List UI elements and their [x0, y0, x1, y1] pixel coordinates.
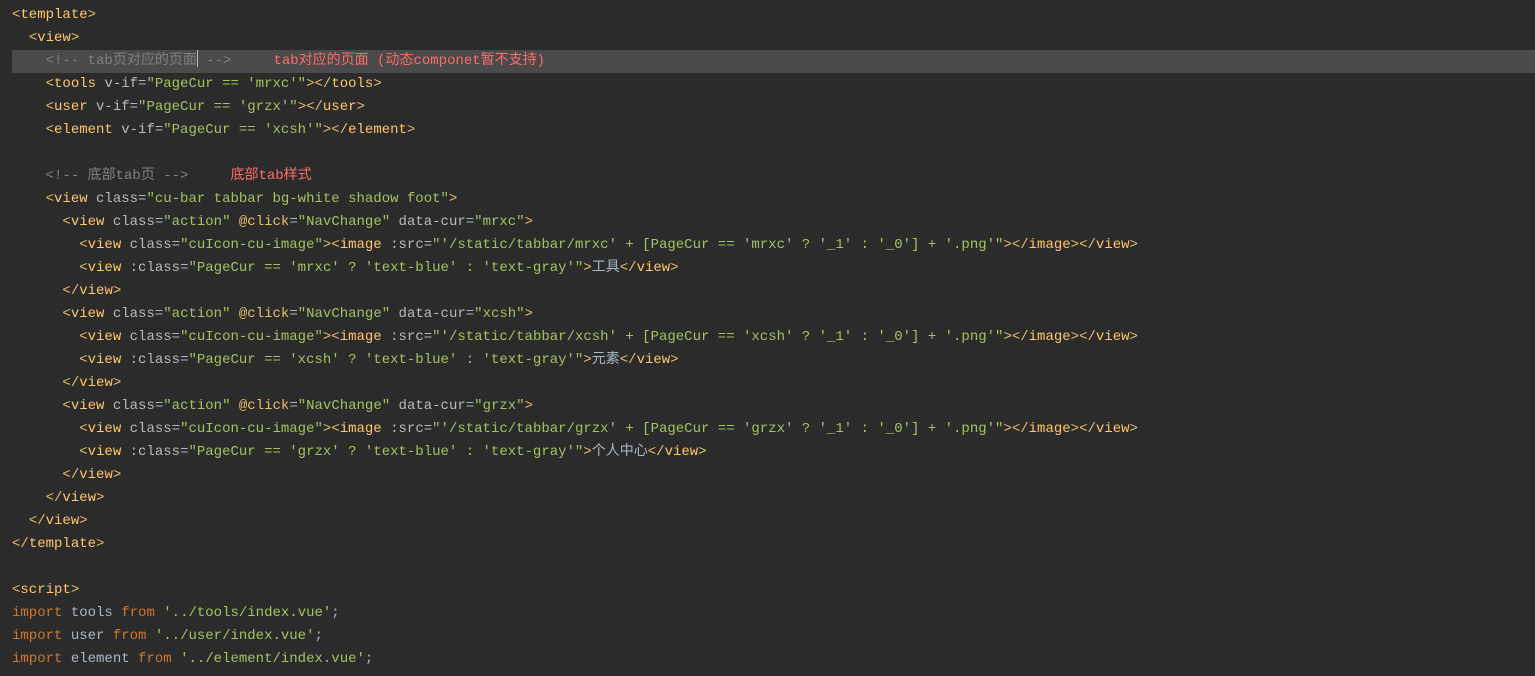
code-line-content: <view class="action" @click="NavChange" …: [12, 306, 533, 322]
code-line-content: <element v-if="PageCur == 'xcsh'"></elem…: [12, 122, 415, 138]
code-line[interactable]: <user v-if="PageCur == 'grzx'"></user>: [12, 96, 1535, 119]
code-line-content: </view>: [12, 467, 121, 483]
code-line[interactable]: </view>: [12, 464, 1535, 487]
code-line-content: <view class="cu-bar tabbar bg-white shad…: [12, 191, 457, 207]
code-line[interactable]: [12, 142, 1535, 165]
code-line[interactable]: <view class="cuIcon-cu-image"><image :sr…: [12, 234, 1535, 257]
code-line-content: <template>: [12, 7, 96, 23]
code-line[interactable]: </template>: [12, 533, 1535, 556]
code-line-content: </view>: [12, 513, 88, 529]
code-line-content: <!-- tab页对应的页面 --> tab对应的页面 (动态componet暂…: [12, 53, 545, 69]
code-line-content: <view class="action" @click="NavChange" …: [12, 214, 533, 230]
code-line[interactable]: <tools v-if="PageCur == 'mrxc'"></tools>: [12, 73, 1535, 96]
code-line[interactable]: import user from '../user/index.vue';: [12, 625, 1535, 648]
code-line[interactable]: <view>: [12, 27, 1535, 50]
code-line[interactable]: import element from '../element/index.vu…: [12, 648, 1535, 671]
code-line-content: <view class="action" @click="NavChange" …: [12, 398, 533, 414]
code-line[interactable]: <!-- tab页对应的页面 --> tab对应的页面 (动态componet暂…: [12, 50, 1535, 73]
code-line[interactable]: <view class="action" @click="NavChange" …: [12, 395, 1535, 418]
code-line[interactable]: <element v-if="PageCur == 'xcsh'"></elem…: [12, 119, 1535, 142]
code-editor[interactable]: <template> <view> <!-- tab页对应的页面 --> tab…: [0, 0, 1535, 676]
code-line-content: </view>: [12, 283, 121, 299]
code-line[interactable]: <view class="cu-bar tabbar bg-white shad…: [12, 188, 1535, 211]
code-line-content: <!-- 底部tab页 --> 底部tab样式: [12, 168, 312, 184]
code-line[interactable]: <view class="action" @click="NavChange" …: [12, 303, 1535, 326]
code-line[interactable]: </view>: [12, 280, 1535, 303]
code-line-content: <view :class="PageCur == 'xcsh' ? 'text-…: [12, 352, 679, 368]
code-line-content: </template>: [12, 536, 104, 552]
code-line-content: import tools from '../tools/index.vue';: [12, 605, 340, 621]
code-line-content: import element from '../element/index.vu…: [12, 651, 373, 667]
code-line-content: <user v-if="PageCur == 'grzx'"></user>: [12, 99, 365, 115]
code-line[interactable]: <view :class="PageCur == 'xcsh' ? 'text-…: [12, 349, 1535, 372]
code-line[interactable]: <view class="action" @click="NavChange" …: [12, 211, 1535, 234]
code-line[interactable]: import tools from '../tools/index.vue';: [12, 602, 1535, 625]
code-line[interactable]: </view>: [12, 487, 1535, 510]
code-line[interactable]: <view class="cuIcon-cu-image"><image :sr…: [12, 326, 1535, 349]
code-line-content: </view>: [12, 490, 104, 506]
code-line-content: <script>: [12, 582, 79, 598]
code-line-content: <tools v-if="PageCur == 'mrxc'"></tools>: [12, 76, 382, 92]
code-line-content: <view :class="PageCur == 'mrxc' ? 'text-…: [12, 260, 679, 276]
code-line[interactable]: <view :class="PageCur == 'grzx' ? 'text-…: [12, 441, 1535, 464]
code-line[interactable]: </view>: [12, 510, 1535, 533]
code-line[interactable]: <!-- 底部tab页 --> 底部tab样式: [12, 165, 1535, 188]
code-line-content: <view :class="PageCur == 'grzx' ? 'text-…: [12, 444, 707, 460]
code-line-content: import user from '../user/index.vue';: [12, 628, 323, 644]
code-line-content: </view>: [12, 375, 121, 391]
code-line[interactable]: <script>: [12, 579, 1535, 602]
code-line-content: <view class="cuIcon-cu-image"><image :sr…: [12, 421, 1138, 437]
code-line[interactable]: </view>: [12, 372, 1535, 395]
code-line[interactable]: <template>: [12, 4, 1535, 27]
code-line-content: <view>: [12, 30, 79, 46]
code-line[interactable]: <view :class="PageCur == 'mrxc' ? 'text-…: [12, 257, 1535, 280]
code-line[interactable]: <view class="cuIcon-cu-image"><image :sr…: [12, 418, 1535, 441]
code-line-content: <view class="cuIcon-cu-image"><image :sr…: [12, 329, 1138, 345]
code-line-content: <view class="cuIcon-cu-image"><image :sr…: [12, 237, 1138, 253]
code-line[interactable]: [12, 556, 1535, 579]
